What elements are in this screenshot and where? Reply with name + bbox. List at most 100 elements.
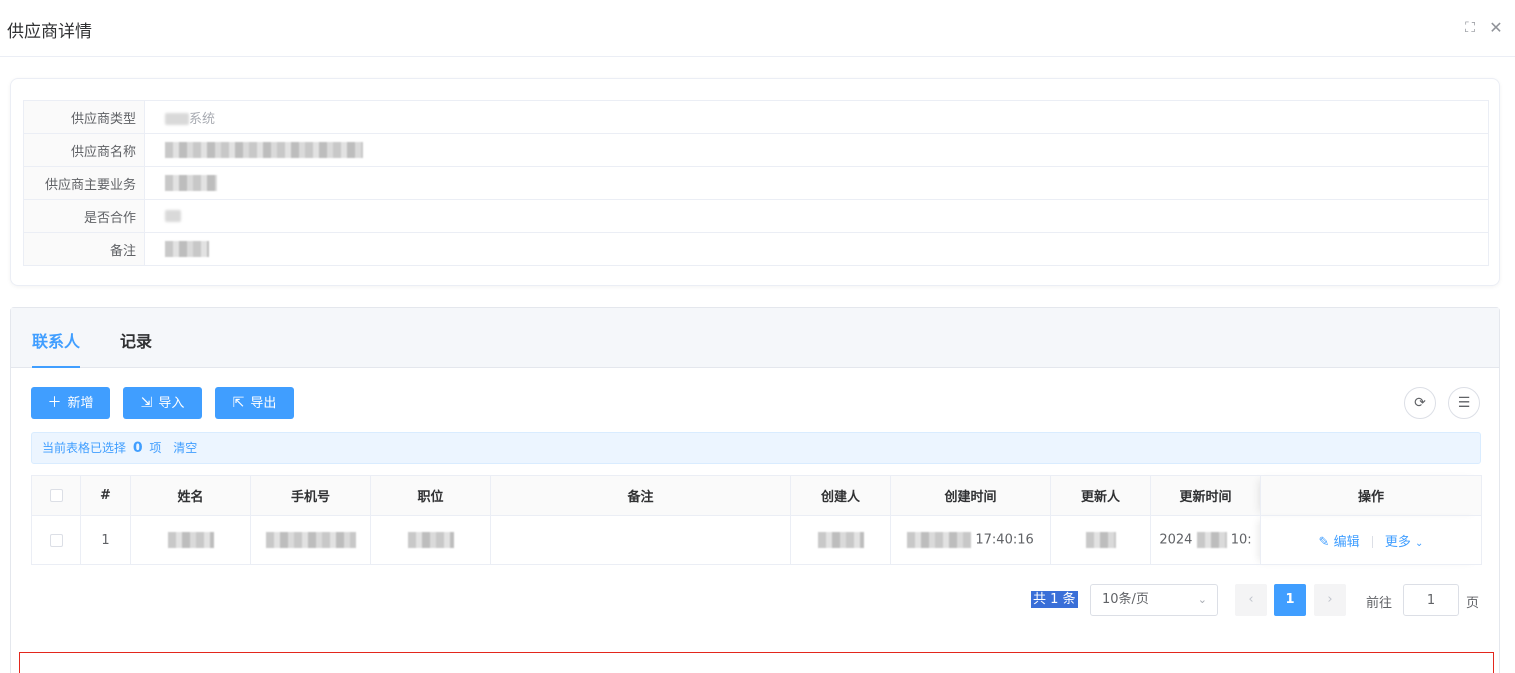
masked-value xyxy=(165,175,217,191)
column-header: 操作 xyxy=(1260,475,1482,516)
edit-link-label: 编辑 xyxy=(1333,534,1360,550)
more-dropdown[interactable]: 更多 ⌄ xyxy=(1385,535,1424,550)
cell-actions: ✎ 编辑 更多 ⌄ xyxy=(1260,515,1482,565)
info-row-type: 供应商类型 系统 xyxy=(23,100,1489,134)
tab-bar: 联系人 记录 xyxy=(11,308,1499,368)
cell-remark xyxy=(490,515,791,565)
info-label: 是否合作 xyxy=(23,199,145,233)
masked-value xyxy=(167,532,214,548)
column-header: 创建人 xyxy=(790,475,891,516)
column-header: 更新时间 xyxy=(1150,475,1261,516)
updated-time-text: 2024 xyxy=(1159,532,1193,548)
selection-prefix: 当前表格已选择 xyxy=(42,441,127,455)
goto-suffix: 页 xyxy=(1466,596,1480,611)
import-icon: ⇲ xyxy=(140,395,153,411)
cell-created-at: 17:40:16 xyxy=(890,515,1051,565)
dialog-header: 供应商详情 ⛶ ✕ xyxy=(0,0,1515,57)
prev-page-button[interactable]: ‹ xyxy=(1235,584,1267,616)
info-value xyxy=(144,133,1489,167)
pagination-total: 共 1 条 xyxy=(1031,591,1078,608)
tab-contacts[interactable]: 联系人 xyxy=(32,328,80,352)
masked-value xyxy=(165,241,209,257)
chevron-down-icon: ⌄ xyxy=(1197,593,1207,606)
add-button[interactable]: ＋ 新增 xyxy=(31,387,110,419)
selection-count: 0 xyxy=(132,440,143,456)
info-row-business: 供应商主要业务 xyxy=(23,166,1489,200)
chevron-down-icon: ⌄ xyxy=(1415,537,1424,549)
contacts-table: # 姓名 手机号 职位 备注 创建人 创建时间 更新人 更新时间 操作 1 17… xyxy=(31,475,1482,565)
selection-suffix: 项 xyxy=(149,441,162,455)
fullscreen-icon[interactable]: ⛶ xyxy=(1462,20,1478,36)
row-select-cell xyxy=(31,515,81,565)
info-row-name: 供应商名称 xyxy=(23,133,1489,167)
edit-link[interactable]: ✎ 编辑 xyxy=(1319,535,1360,550)
cell-updater xyxy=(1050,515,1151,565)
active-tab-indicator xyxy=(32,366,80,368)
action-divider xyxy=(1371,536,1373,548)
info-label: 供应商类型 xyxy=(23,100,145,134)
updated-time-text-end: 10: xyxy=(1230,532,1252,548)
goto-prefix: 前往 xyxy=(1366,596,1393,611)
created-time-text: 17:40:16 xyxy=(975,532,1034,548)
column-header: 创建时间 xyxy=(890,475,1051,516)
import-button-label: 导入 xyxy=(158,396,185,411)
goto-page-input[interactable] xyxy=(1403,584,1459,616)
column-header: 姓名 xyxy=(130,475,251,516)
column-header: 手机号 xyxy=(250,475,371,516)
cell-position xyxy=(370,515,491,565)
masked-value xyxy=(907,532,972,548)
column-header: # xyxy=(80,475,131,516)
row-checkbox[interactable] xyxy=(49,533,63,547)
masked-value xyxy=(1196,532,1227,548)
close-icon[interactable]: ✕ xyxy=(1488,20,1504,36)
info-value xyxy=(144,199,1489,233)
column-header: 更新人 xyxy=(1050,475,1151,516)
masked-value xyxy=(165,210,181,222)
row-index: 1 xyxy=(80,515,131,565)
table-header-row: # 姓名 手机号 职位 备注 创建人 创建时间 更新人 更新时间 操作 xyxy=(31,475,1482,516)
import-button[interactable]: ⇲ 导入 xyxy=(123,387,202,419)
select-all-checkbox[interactable] xyxy=(49,489,63,502)
annotation-highlight-box xyxy=(19,652,1494,673)
masked-value xyxy=(407,532,454,548)
next-page-button[interactable]: › xyxy=(1314,584,1346,616)
export-button-label: 导出 xyxy=(250,396,277,411)
more-dropdown-label: 更多 xyxy=(1384,534,1411,550)
refresh-icon[interactable]: ⟳ xyxy=(1404,387,1436,419)
info-value: 系统 xyxy=(144,100,1489,134)
column-header: 备注 xyxy=(490,475,791,516)
tab-records[interactable]: 记录 xyxy=(120,328,152,352)
masked-value xyxy=(165,142,363,158)
cell-phone xyxy=(250,515,371,565)
masked-value xyxy=(265,532,356,548)
export-button[interactable]: ⇱ 导出 xyxy=(215,387,294,419)
column-settings-icon[interactable]: ☰ xyxy=(1448,387,1480,419)
table-row: 1 17:40:16 2024 10: ✎ 编辑 更多 ⌄ xyxy=(31,515,1482,565)
info-value xyxy=(144,166,1489,200)
info-label: 备注 xyxy=(23,232,145,266)
cell-updated-at: 2024 10: xyxy=(1150,515,1261,565)
info-row-remark: 备注 xyxy=(23,232,1489,266)
supplier-info-card: 供应商类型 系统 供应商名称 供应商主要业务 是否合作 备注 xyxy=(10,78,1500,286)
info-row-cooperating: 是否合作 xyxy=(23,199,1489,233)
info-value-text: 系统 xyxy=(189,111,216,127)
dialog-title: 供应商详情 xyxy=(7,22,92,42)
info-label: 供应商主要业务 xyxy=(23,166,145,200)
page-size-select[interactable]: 10条/页 ⌄ xyxy=(1090,584,1218,616)
export-icon: ⇱ xyxy=(232,395,245,411)
supplier-description-table: 供应商类型 系统 供应商名称 供应商主要业务 是否合作 备注 xyxy=(23,100,1489,266)
cell-name xyxy=(130,515,251,565)
masked-value xyxy=(1085,532,1116,548)
clear-selection-link[interactable]: 清空 xyxy=(173,441,197,455)
selection-alert: 当前表格已选择 0 项 清空 xyxy=(31,432,1481,464)
select-all-cell xyxy=(31,475,81,516)
info-label: 供应商名称 xyxy=(23,133,145,167)
page-number[interactable]: 1 xyxy=(1274,584,1306,616)
masked-value xyxy=(817,532,864,548)
page-size-value: 10条/页 xyxy=(1102,592,1149,607)
masked-value xyxy=(165,113,189,125)
edit-icon: ✎ xyxy=(1318,534,1330,550)
column-header: 职位 xyxy=(370,475,491,516)
info-value xyxy=(144,232,1489,266)
cell-creator xyxy=(790,515,891,565)
